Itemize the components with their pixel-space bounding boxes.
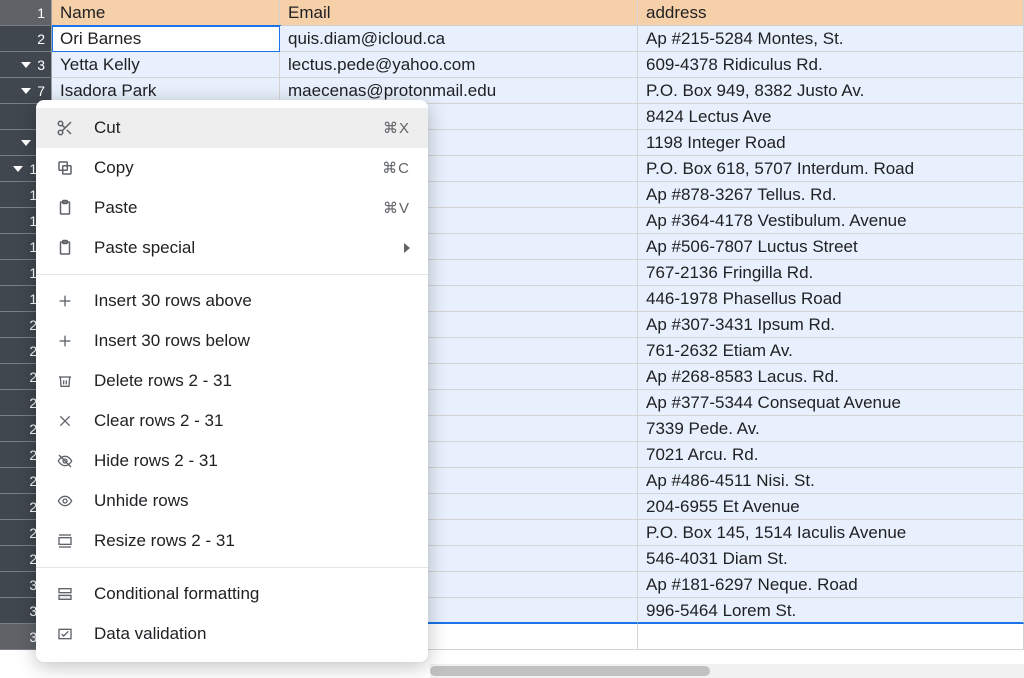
cell-address[interactable]: Ap #377-5344 Consequat Avenue: [638, 390, 1024, 416]
cell[interactable]: [638, 624, 1024, 650]
menu-item-label: Hide rows 2 - 31: [94, 451, 410, 471]
menu-item-label: Paste: [94, 198, 383, 218]
plus-icon: [54, 330, 76, 352]
menu-resize-rows[interactable]: Resize rows 2 - 31: [36, 521, 428, 561]
menu-data-validation[interactable]: Data validation: [36, 614, 428, 654]
cell-address[interactable]: 609-4378 Ridiculus Rd.: [638, 52, 1024, 78]
resize-icon: [54, 530, 76, 552]
cell-address[interactable]: 8424 Lectus Ave: [638, 104, 1024, 130]
cell-address[interactable]: Ap #878-3267 Tellus. Rd.: [638, 182, 1024, 208]
cell-address[interactable]: P.O. Box 618, 5707 Interdum. Road: [638, 156, 1024, 182]
cell-address[interactable]: 1198 Integer Road: [638, 130, 1024, 156]
column-header-email[interactable]: Email: [280, 0, 638, 26]
cell-address[interactable]: Ap #506-7807 Luctus Street: [638, 234, 1024, 260]
menu-item-label: Clear rows 2 - 31: [94, 411, 410, 431]
menu-divider: [36, 274, 428, 275]
menu-unhide-rows[interactable]: Unhide rows: [36, 481, 428, 521]
eye-icon: [54, 490, 76, 512]
cell-address[interactable]: Ap #307-3431 Ipsum Rd.: [638, 312, 1024, 338]
menu-clear-rows[interactable]: Clear rows 2 - 31: [36, 401, 428, 441]
cell-address[interactable]: 996-5464 Lorem St.: [638, 598, 1024, 624]
row-number: 3: [37, 57, 45, 73]
trash-icon: [54, 370, 76, 392]
cell-address[interactable]: 446-1978 Phasellus Road: [638, 286, 1024, 312]
x-icon: [54, 410, 76, 432]
context-menu: Cut ⌘X Copy ⌘C Paste ⌘V Paste special In…: [36, 100, 428, 662]
menu-paste[interactable]: Paste ⌘V: [36, 188, 428, 228]
group-toggle-icon[interactable]: [21, 140, 31, 146]
group-toggle-icon[interactable]: [21, 62, 31, 68]
menu-hide-rows[interactable]: Hide rows 2 - 31: [36, 441, 428, 481]
row-header[interactable]: 2: [0, 26, 52, 52]
row-number: 1: [37, 5, 45, 21]
menu-item-label: Insert 30 rows below: [94, 331, 410, 351]
menu-delete-rows[interactable]: Delete rows 2 - 31: [36, 361, 428, 401]
row-number: 7: [37, 83, 45, 99]
submenu-arrow-icon: [404, 243, 410, 253]
shortcut-text: ⌘X: [383, 119, 410, 137]
cell-email[interactable]: lectus.pede@yahoo.com: [280, 52, 638, 78]
cell-address[interactable]: Ap #364-4178 Vestibulum. Avenue: [638, 208, 1024, 234]
row-header[interactable]: 1: [0, 0, 52, 26]
menu-copy[interactable]: Copy ⌘C: [36, 148, 428, 188]
cell-address[interactable]: 7339 Pede. Av.: [638, 416, 1024, 442]
cell-address[interactable]: 204-6955 Et Avenue: [638, 494, 1024, 520]
paste-icon: [54, 197, 76, 219]
column-header-address[interactable]: address: [638, 0, 1024, 26]
row-number: 2: [37, 31, 45, 47]
cell-address[interactable]: 767-2136 Fringilla Rd.: [638, 260, 1024, 286]
copy-icon: [54, 157, 76, 179]
shortcut-text: ⌘V: [383, 199, 410, 217]
menu-conditional-formatting[interactable]: Conditional formatting: [36, 574, 428, 614]
cell-email[interactable]: quis.diam@icloud.ca: [280, 26, 638, 52]
menu-item-label: Paste special: [94, 238, 404, 258]
cell-name[interactable]: Ori Barnes: [52, 26, 280, 52]
cell-address[interactable]: P.O. Box 145, 1514 Iaculis Avenue: [638, 520, 1024, 546]
cell-address[interactable]: 761-2632 Etiam Av.: [638, 338, 1024, 364]
column-header-name[interactable]: Name: [52, 0, 280, 26]
shortcut-text: ⌘C: [382, 159, 410, 177]
cut-icon: [54, 117, 76, 139]
menu-item-label: Copy: [94, 158, 382, 178]
menu-cut[interactable]: Cut ⌘X: [36, 108, 428, 148]
cell-name[interactable]: Yetta Kelly: [52, 52, 280, 78]
group-toggle-icon[interactable]: [21, 88, 31, 94]
cell-address[interactable]: 546-4031 Diam St.: [638, 546, 1024, 572]
cell-address[interactable]: Ap #215-5284 Montes, St.: [638, 26, 1024, 52]
horizontal-scrollbar[interactable]: [430, 664, 1024, 678]
menu-item-label: Cut: [94, 118, 383, 138]
cell-address[interactable]: 7021 Arcu. Rd.: [638, 442, 1024, 468]
cell-address[interactable]: Ap #268-8583 Lacus. Rd.: [638, 364, 1024, 390]
menu-insert-above[interactable]: Insert 30 rows above: [36, 281, 428, 321]
conditional-format-icon: [54, 583, 76, 605]
menu-divider: [36, 567, 428, 568]
group-toggle-icon[interactable]: [13, 166, 23, 172]
eye-off-icon: [54, 450, 76, 472]
menu-item-label: Insert 30 rows above: [94, 291, 410, 311]
row-header[interactable]: 3: [0, 52, 52, 78]
data-validation-icon: [54, 623, 76, 645]
menu-item-label: Delete rows 2 - 31: [94, 371, 410, 391]
paste-special-icon: [54, 237, 76, 259]
menu-item-label: Data validation: [94, 624, 410, 644]
scrollbar-thumb[interactable]: [430, 666, 710, 676]
menu-insert-below[interactable]: Insert 30 rows below: [36, 321, 428, 361]
cell-address[interactable]: Ap #486-4511 Nisi. St.: [638, 468, 1024, 494]
menu-paste-special[interactable]: Paste special: [36, 228, 428, 268]
plus-icon: [54, 290, 76, 312]
menu-item-label: Conditional formatting: [94, 584, 410, 604]
cell-address[interactable]: Ap #181-6297 Neque. Road: [638, 572, 1024, 598]
cell-address[interactable]: P.O. Box 949, 8382 Justo Av.: [638, 78, 1024, 104]
menu-item-label: Resize rows 2 - 31: [94, 531, 410, 551]
menu-item-label: Unhide rows: [94, 491, 410, 511]
